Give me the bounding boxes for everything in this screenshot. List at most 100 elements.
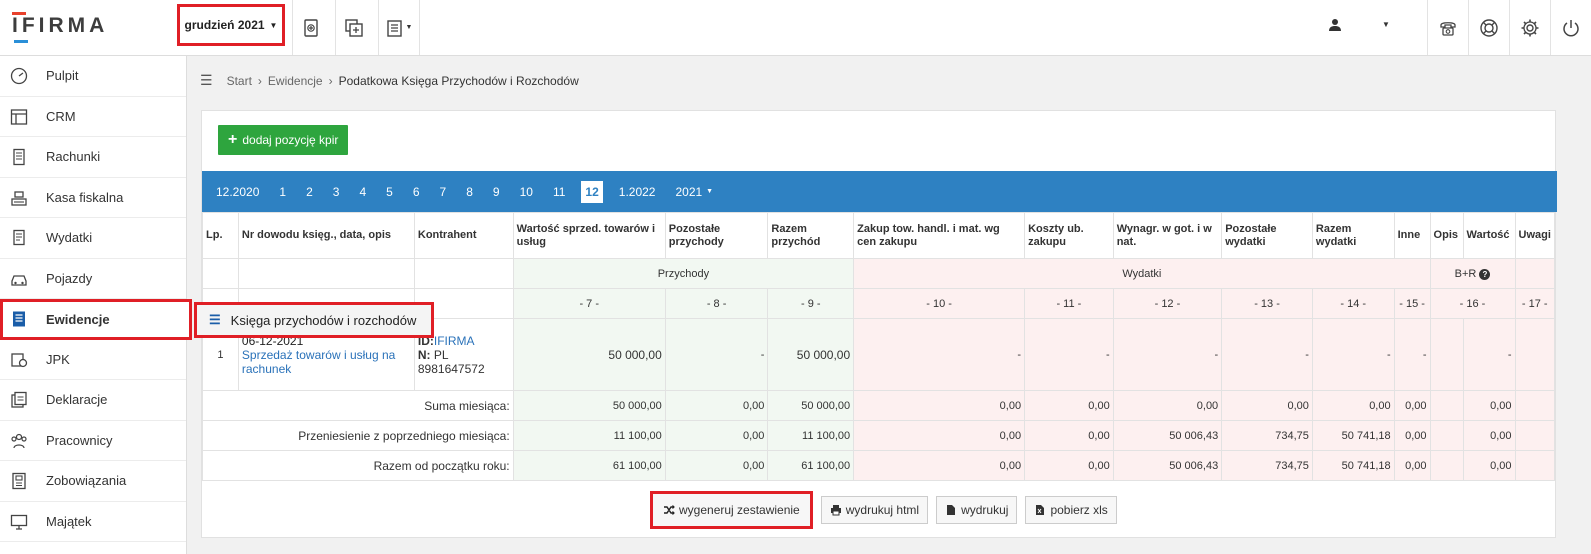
month-link[interactable]: 5	[376, 181, 403, 203]
breadcrumb-ewidencje[interactable]: Ewidencje	[268, 74, 323, 88]
month-link[interactable]: 10	[510, 181, 543, 203]
month-link[interactable]: 3	[323, 181, 350, 203]
phone-button[interactable]	[1427, 0, 1468, 55]
month-link[interactable]: 11	[543, 181, 575, 203]
group-row: Przychody Wydatki B+R ?	[202, 258, 1555, 289]
power-icon	[1563, 19, 1579, 36]
month-link[interactable]: 7	[430, 181, 457, 203]
sidebar-item-crm[interactable]: CRM	[0, 97, 186, 137]
list-icon: ☰	[209, 312, 221, 327]
sum-10: 0,00	[853, 390, 1026, 421]
chevron-right-icon: ›	[328, 73, 333, 88]
document-list-button[interactable]: ▼	[378, 0, 420, 55]
sidebar-item-label: Pojazdy	[46, 270, 93, 286]
print-html-button[interactable]: wydrukuj html	[820, 496, 929, 524]
colnum: - 9 -	[767, 288, 855, 319]
logo-text: IFIRMA	[12, 14, 109, 37]
table-header-row: Lp. Nr dowodu księg., data, opis Kontrah…	[202, 212, 1555, 259]
cell-12: -	[1112, 318, 1223, 391]
kpir-table: Lp. Nr dowodu księg., data, opis Kontrah…	[202, 212, 1555, 481]
add-button-label: dodaj pozycję kpir	[242, 133, 339, 147]
hamburger-icon[interactable]: ☰	[200, 72, 213, 89]
month-link[interactable]: 1	[269, 181, 296, 203]
print-button[interactable]: wydrukuj	[936, 496, 1018, 524]
download-xls-button[interactable]: pobierz xls	[1025, 496, 1117, 524]
sum-13: 734,75	[1221, 420, 1313, 451]
sidebar-item-jpk[interactable]: JPK	[0, 340, 186, 380]
sum-12: 50 006,43	[1112, 450, 1223, 481]
add-document-button[interactable]	[292, 0, 328, 55]
sum-16: 0,00	[1462, 420, 1516, 451]
question-icon[interactable]: ?	[1479, 268, 1491, 280]
sidebar: Pulpit CRM Rachunki Kasa fiskalna Wydatk…	[0, 56, 192, 554]
obligations-icon	[12, 472, 26, 490]
cell-10: -	[853, 318, 1026, 391]
colnum: - 8 -	[664, 288, 769, 319]
sidebar-item-pojazdy[interactable]: Pojazdy	[0, 259, 186, 299]
month-next-year[interactable]: 1.2022	[609, 181, 666, 203]
add-kpir-entry-button[interactable]: + dodaj pozycję kpir	[218, 125, 349, 155]
colnum: - 15 -	[1393, 288, 1431, 319]
sidebar-item-majatek[interactable]: Majątek	[0, 502, 186, 542]
sum-15: 0,00	[1393, 420, 1431, 451]
chevron-right-icon: ›	[257, 73, 262, 88]
col-header-nr: Nr dowodu księg., data, opis	[237, 212, 415, 259]
month-prev-year[interactable]: 12.2020	[202, 181, 269, 203]
generate-report-button[interactable]: wygeneruj zestawienie	[650, 491, 813, 529]
month-link[interactable]: 9	[483, 181, 510, 203]
year-selector[interactable]: 2021 ▼	[665, 181, 723, 203]
colnum: - 7 -	[512, 288, 666, 319]
breadcrumb: ☰ Start › Ewidencje › Podatkowa Księga Prz…	[200, 72, 579, 89]
col-header-7: Wartość sprzed. towarów i usług	[512, 212, 666, 259]
sidebar-item-rachunki[interactable]: Rachunki	[0, 137, 186, 178]
xls-label: pobierz xls	[1050, 503, 1108, 517]
row-description-link[interactable]: Sprzedaż towarów i usług na rachunek	[242, 348, 411, 376]
sidebar-item-kasa-fiskalna[interactable]: Kasa fiskalna	[0, 178, 186, 218]
sidebar-item-pracownicy[interactable]: Pracownicy	[0, 421, 186, 461]
help-button[interactable]	[1468, 0, 1509, 55]
phone-icon	[1440, 21, 1456, 36]
submenu-ksiega-przychodow[interactable]: ☰ Księga przychodów i rozchodów	[194, 302, 434, 338]
col-header-13: Pozostałe wydatki	[1221, 212, 1313, 259]
col-header-12: Wynagr. w got. i w nat.	[1112, 212, 1223, 259]
sidebar-item-wydatki[interactable]: Wydatki	[0, 218, 186, 259]
sum-10: 0,00	[853, 450, 1026, 481]
group-przychody: Przychody	[512, 258, 855, 289]
sum-11: 0,00	[1024, 420, 1114, 451]
expenses-icon	[13, 229, 25, 246]
month-link[interactable]: 2	[296, 181, 323, 203]
logout-button[interactable]	[1550, 0, 1591, 55]
sidebar-item-ewidencje[interactable]: Ewidencje	[0, 299, 192, 340]
new-window-button[interactable]	[335, 0, 371, 55]
excel-file-icon	[1036, 505, 1045, 515]
col-header-kontrahent: Kontrahent	[413, 212, 514, 259]
sidebar-item-label: Deklaracje	[46, 392, 108, 408]
logo[interactable]: IFIRMA	[12, 12, 109, 43]
sidebar-item-label: CRM	[46, 108, 76, 124]
month-link[interactable]: 8	[456, 181, 483, 203]
month-selected[interactable]: 12	[581, 180, 603, 203]
month-link[interactable]: 4	[349, 181, 376, 203]
gauge-icon	[10, 67, 28, 85]
sidebar-item-zobowiazania[interactable]: Zobowiązania	[0, 461, 186, 502]
settings-button[interactable]	[1509, 0, 1550, 55]
col-header-8: Pozostałe przychody	[664, 212, 769, 259]
ledger-icon	[13, 311, 25, 327]
contractor-link[interactable]: IFIRMA	[434, 334, 475, 348]
sum-label: Przeniesienie z poprzedniego miesiąca:	[202, 420, 514, 451]
month-link[interactable]: 6	[403, 181, 430, 203]
colnum: - 16 -	[1429, 288, 1516, 319]
sidebar-item-label: Zobowiązania	[46, 473, 127, 489]
printer-icon	[830, 505, 841, 516]
col-header-16-opis: Opis	[1429, 212, 1464, 259]
year-label: 2021	[675, 184, 703, 199]
period-selector[interactable]: grudzień 2021 ▼	[177, 4, 285, 46]
sum-row: Przeniesienie z poprzedniego miesiąca: 1…	[202, 420, 1555, 451]
declarations-icon	[11, 391, 27, 408]
user-menu[interactable]: ▼	[1322, 0, 1402, 55]
sidebar-item-pulpit[interactable]: Pulpit	[0, 56, 186, 97]
breadcrumb-start[interactable]: Start	[227, 74, 252, 88]
sidebar-item-deklaracje[interactable]: Deklaracje	[0, 380, 186, 421]
lifebuoy-icon	[1480, 18, 1498, 37]
sum-13: 734,75	[1221, 450, 1313, 481]
